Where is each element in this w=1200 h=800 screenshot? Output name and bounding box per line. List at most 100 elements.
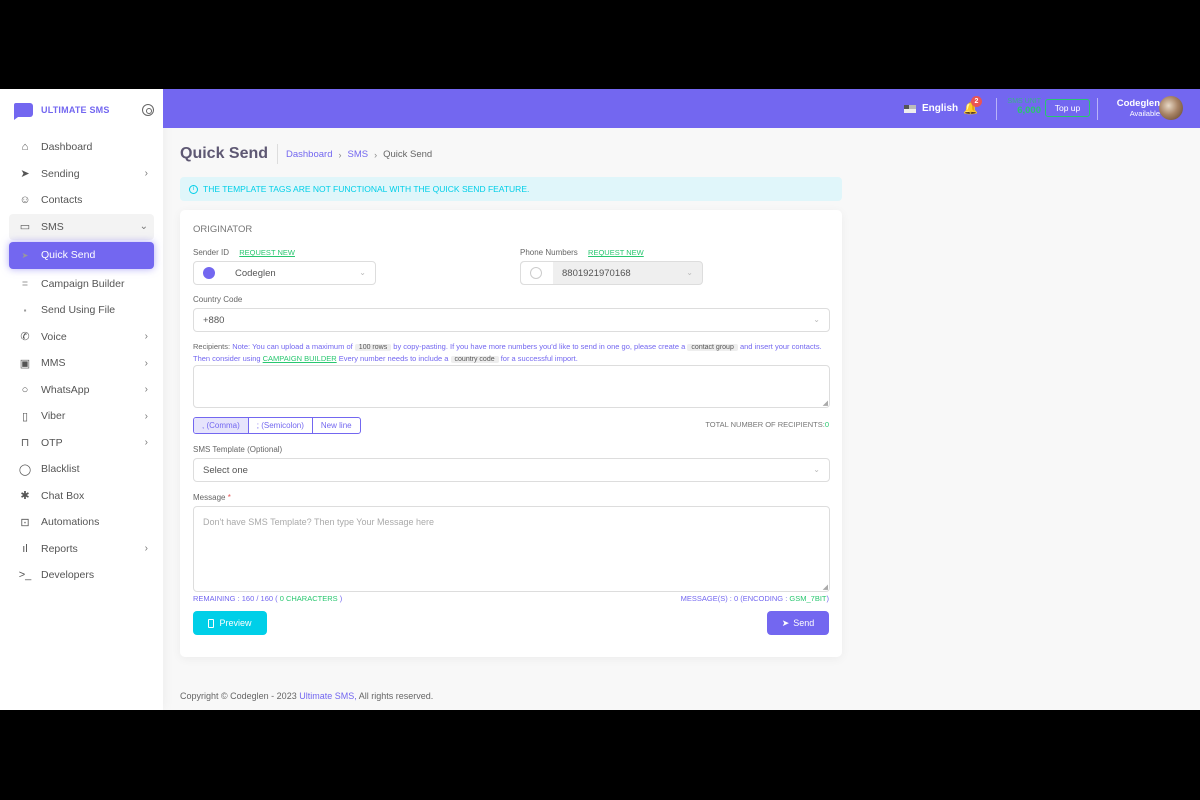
sidebar-item-viber[interactable]: ▯ Viber › (9, 403, 154, 430)
sidebar-item-label: Dashboard (41, 141, 93, 154)
breadcrumb-dashboard[interactable]: Dashboard (286, 149, 332, 160)
cpu-icon: ⊡ (20, 516, 30, 529)
delimiter-semicolon-button[interactable]: ; (Semicolon) (249, 418, 313, 433)
rights-text: All rights reserved. (358, 691, 434, 701)
info-alert: i THE TEMPLATE TAGS ARE NOT FUNCTIONAL W… (180, 177, 842, 201)
resize-handle-icon[interactable]: ◢ (823, 399, 828, 407)
shield-icon: ◯ (18, 463, 32, 476)
sidebar-item-label: Automations (41, 516, 100, 529)
home-icon: ⌂ (21, 141, 29, 154)
unlock-icon: ⊓ (20, 437, 30, 450)
sidebar-item-reports[interactable]: ıl Reports › (9, 536, 154, 563)
sidebar-item-sms[interactable]: ▭ SMS ⌄ (9, 213, 154, 240)
sidebar-item-label: Send Using File (41, 304, 116, 317)
avatar[interactable] (1159, 96, 1183, 120)
sms-template-label: SMS Template (Optional) (193, 445, 283, 454)
app-window: ULTIMATE SMS ⌂ Dashboard ➤ Sending › ☺ Contact… (0, 89, 1200, 710)
top-up-button[interactable]: Top up (1045, 99, 1090, 117)
sidebar-item-otp[interactable]: ⊓ OTP › (9, 430, 154, 457)
preview-button[interactable]: Preview (193, 611, 267, 635)
sidebar-item-send-using-file[interactable]: ▪ Send Using File (9, 297, 154, 324)
user-name: Codeglen (1116, 98, 1160, 109)
breadcrumb-sms[interactable]: SMS (347, 149, 368, 160)
message-label: Message * (193, 493, 231, 502)
delimiter-newline-button[interactable]: New line (313, 418, 360, 433)
messages-text: ) (826, 594, 830, 603)
sidebar-item-label: Reports (41, 542, 78, 555)
sidebar-item-label: Viber (41, 410, 66, 423)
remaining-text: REMAINING : 160 / 160 ( (193, 594, 278, 603)
sidebar-item-label: Quick Send (41, 249, 96, 262)
sidebar-item-label: Voice (41, 330, 67, 343)
sidebar-item-blacklist[interactable]: ◯ Blacklist (9, 456, 154, 483)
sidebar-item-campaign-builder[interactable]: ≣ Campaign Builder (9, 271, 154, 298)
logo-icon (14, 103, 33, 120)
phone-numbers-label-text: Phone Numbers (520, 248, 578, 257)
quick-send-form: ORIGINATOR Sender ID REQUEST NEW Codegle… (180, 210, 842, 657)
note-text: Note: You can upload a maximum of (232, 342, 353, 351)
recipients-label: Recipients: (193, 342, 231, 351)
request-new-sender-link[interactable]: REQUEST NEW (239, 248, 295, 257)
footer: Copyright © Codeglen - 2023 Ultimate SMS… (180, 691, 433, 701)
section-title: ORIGINATOR (193, 224, 253, 235)
sidebar-item-label: Chat Box (41, 489, 85, 502)
recipients-note: Recipients: Note: You can upload a maxim… (193, 341, 833, 365)
language-selector[interactable]: English (904, 103, 958, 114)
ultimate-sms-link[interactable]: Ultimate SMS, (299, 691, 357, 701)
sidebar-item-automations[interactable]: ⊡ Automations (9, 509, 154, 536)
breadcrumb: Dashboard › SMS › Quick Send (286, 149, 432, 160)
sidebar-nav: ⌂ Dashboard ➤ Sending › ☺ Contacts ▭ SMS ⌄ ➤ Quick … (9, 134, 154, 589)
total-recipients-value: 0 (824, 420, 829, 429)
sidebar-item-label: MMS (41, 357, 66, 370)
divider (996, 98, 997, 120)
send-button[interactable]: ➤ Send (767, 611, 829, 635)
chip-100-rows: 100 rows (354, 344, 392, 351)
chevron-right-icon: › (374, 149, 378, 160)
remaining-text: ) (339, 594, 343, 603)
request-new-number-link[interactable]: REQUEST NEW (588, 248, 644, 257)
brand-name: ULTIMATE SMS (41, 105, 110, 115)
message-textarea[interactable]: Don't have SMS Template? Then type Your … (193, 506, 830, 592)
country-code-value: +880 (203, 314, 225, 326)
image-icon: ▣ (19, 357, 31, 370)
chevron-down-icon: ⌄ (139, 221, 148, 233)
sidebar-toggle-icon[interactable] (142, 104, 154, 116)
sms-template-select[interactable]: Select one ⌄ (193, 458, 830, 482)
note-text: for a successful import. (500, 354, 578, 363)
brand[interactable]: ULTIMATE SMS (14, 103, 154, 120)
user-icon: ☺ (19, 194, 31, 207)
breadcrumb-current: Quick Send (383, 149, 433, 160)
recipients-textarea[interactable]: ◢ (193, 365, 830, 408)
note-text: Every number needs to include a (338, 354, 449, 363)
sidebar-item-developers[interactable]: >_ Developers (9, 562, 154, 589)
chevron-down-icon: ⌄ (686, 268, 693, 277)
sidebar-item-chat-box[interactable]: ✱ Chat Box (9, 483, 154, 510)
copyright-text: Copyright © Codeglen - 2023 (180, 691, 297, 701)
resize-handle-icon[interactable]: ◢ (823, 583, 828, 591)
file-icon: ▪ (23, 305, 27, 315)
delimiter-comma-button[interactable]: , (Comma) (194, 418, 249, 433)
radio-unselected-icon[interactable] (530, 267, 542, 279)
sidebar-item-contacts[interactable]: ☺ Contacts (9, 187, 154, 214)
radio-selected-icon[interactable] (203, 267, 215, 279)
user-menu[interactable]: Codeglen Available (1103, 98, 1160, 118)
sidebar-item-voice[interactable]: ✆ Voice › (9, 324, 154, 351)
database-icon: ≣ (21, 279, 29, 289)
country-code-select[interactable]: +880 ⌄ (193, 308, 830, 332)
sidebar-item-label: WhatsApp (41, 383, 90, 396)
sidebar-item-label: OTP (41, 436, 63, 449)
sidebar-item-mms[interactable]: ▣ MMS › (9, 350, 154, 377)
phone-call-icon: ✆ (20, 331, 30, 344)
slack-icon: ✱ (20, 490, 30, 503)
country-code-label: Country Code (193, 295, 243, 304)
sidebar-item-sending[interactable]: ➤ Sending › (9, 161, 154, 188)
chip-country-code: country code (450, 356, 499, 363)
sidebar-item-quick-send[interactable]: ➤ Quick Send (9, 242, 154, 269)
sender-id-select[interactable]: Codeglen ⌄ (193, 261, 376, 285)
sidebar-item-label: Developers (41, 569, 95, 582)
sidebar-item-whatsapp[interactable]: ○ WhatsApp › (9, 377, 154, 404)
sidebar-item-dashboard[interactable]: ⌂ Dashboard (9, 134, 154, 161)
phone-number-select[interactable]: 8801921970168 ⌄ (520, 261, 703, 285)
campaign-builder-link[interactable]: CAMPAIGN BUILDER (263, 354, 337, 363)
delimiter-button-group: , (Comma) ; (Semicolon) New line (193, 417, 361, 434)
